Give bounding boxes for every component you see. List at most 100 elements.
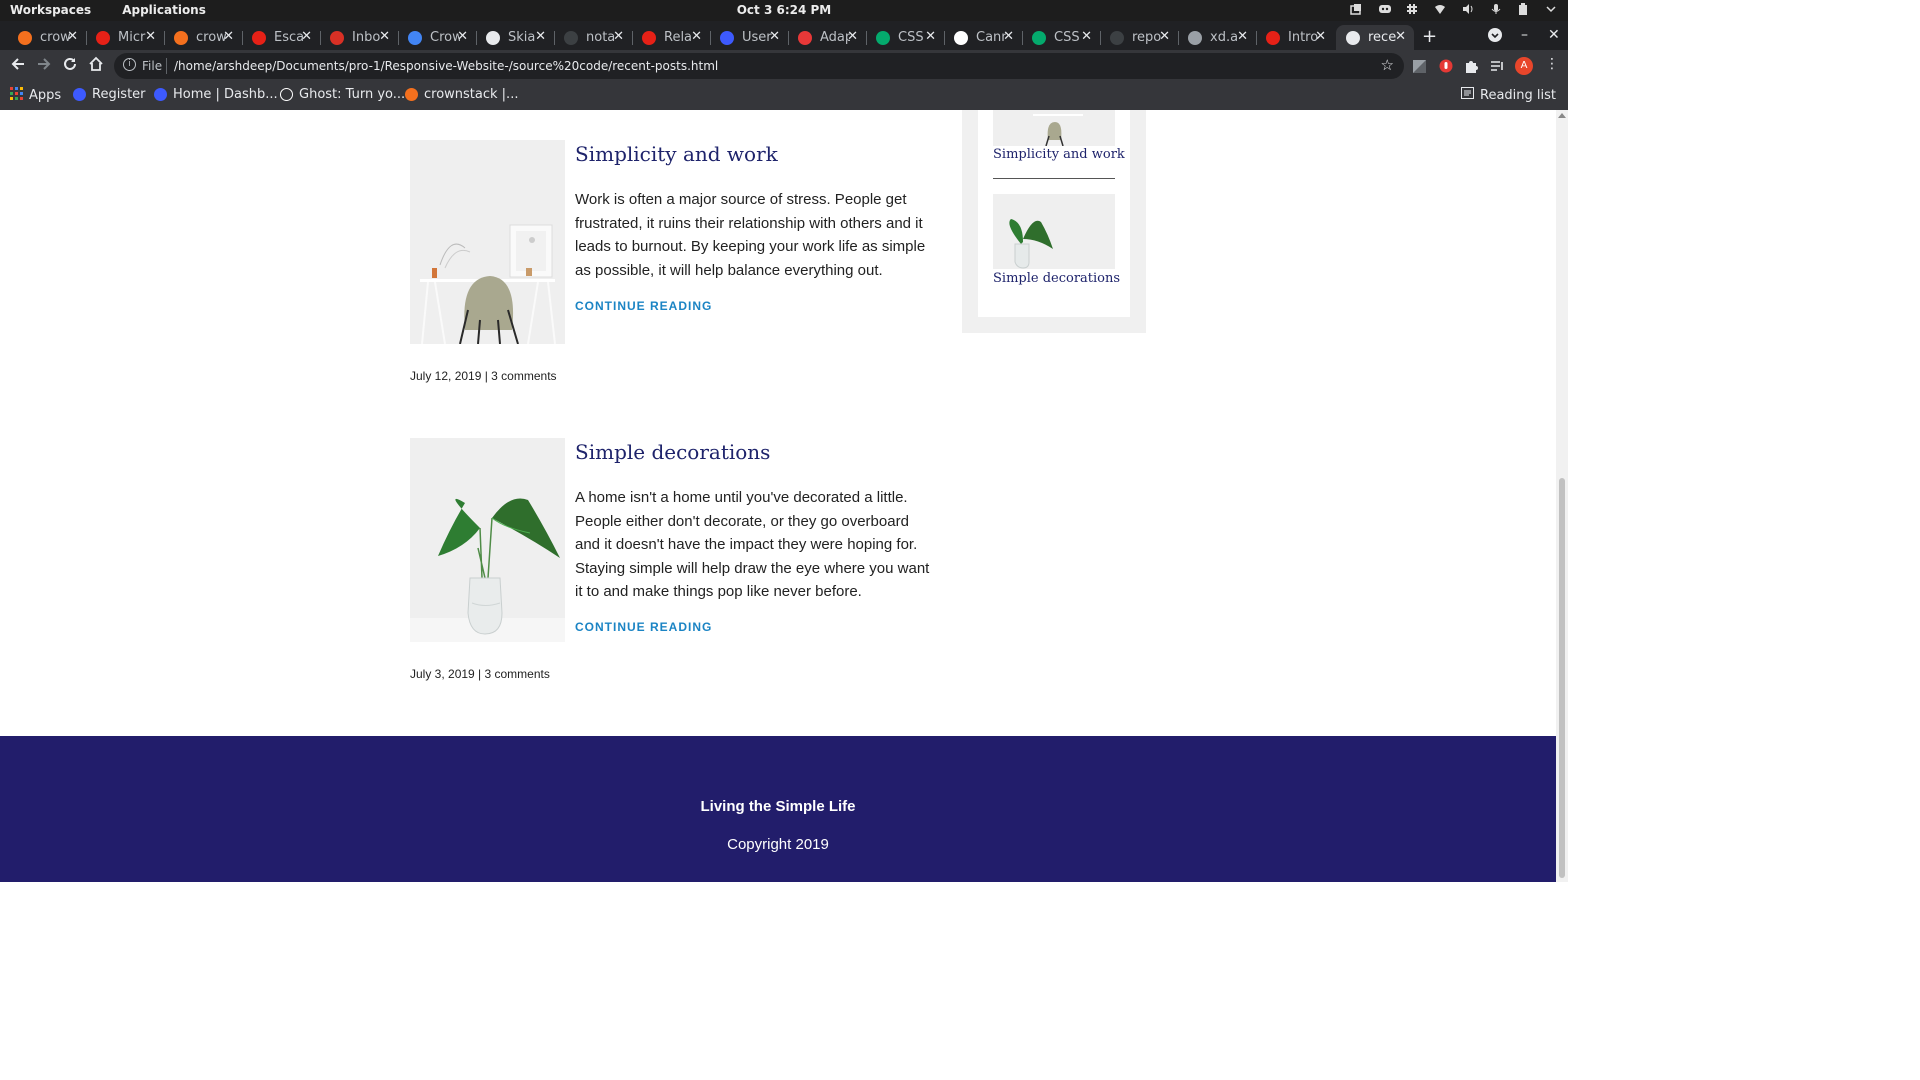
tab-search-icon[interactable] [1487, 27, 1503, 47]
new-tab-button[interactable]: + [1422, 26, 1437, 47]
site-info-icon[interactable]: i [123, 58, 136, 71]
slack-icon[interactable] [1406, 3, 1418, 15]
tab-close-icon[interactable]: ✕ [535, 29, 546, 44]
browser-tab[interactable]: Inbo ✕ [320, 25, 399, 50]
bookmark-star-icon[interactable]: ☆ [1381, 56, 1394, 74]
browser-tab[interactable]: Crow ✕ [398, 25, 477, 50]
tab-label: Crow [430, 30, 460, 45]
browser-tab[interactable]: rece ✕ [1336, 25, 1414, 50]
reading-list-button[interactable]: Reading list [1461, 87, 1556, 103]
tab-close-icon[interactable]: ✕ [1003, 29, 1014, 44]
browser-tab[interactable]: repo ✕ [1100, 25, 1179, 50]
browser-tab[interactable]: crow ✕ [8, 25, 87, 50]
omnibox-divider [166, 58, 167, 74]
battery-icon[interactable] [1518, 3, 1530, 15]
bookmark-apps[interactable]: Apps [10, 87, 61, 104]
reload-button[interactable] [60, 56, 80, 76]
sidebar-item-simplicity-and-work[interactable]: Simplicity and work [993, 147, 1125, 162]
browser-tab[interactable]: Skia ✕ [476, 25, 555, 50]
sidebar-item-simple-decorations[interactable]: Simple decorations [993, 271, 1120, 286]
bookmark-crownstack[interactable]: crownstack |... [405, 87, 518, 102]
forward-button[interactable] [34, 56, 54, 76]
post-image-desk-chair[interactable] [410, 140, 565, 344]
post-image-plant-vase[interactable] [410, 438, 565, 642]
browser-tab[interactable]: nota ✕ [554, 25, 633, 50]
browser-tab[interactable]: Rela ✕ [632, 25, 711, 50]
continue-reading-link[interactable]: CONTINUE READING [575, 620, 712, 634]
chevron-down-icon[interactable] [1546, 3, 1558, 15]
tab-close-icon[interactable]: ✕ [301, 29, 312, 44]
tab-close-icon[interactable]: ✕ [1395, 29, 1406, 44]
browser-menu-icon[interactable]: ⋮ [1545, 56, 1559, 72]
clipboard-icon[interactable] [1350, 3, 1362, 15]
address-bar[interactable]: i File /home/arshdeep/Documents/pro-1/Re… [114, 53, 1404, 79]
scrollbar-thumb[interactable] [1559, 478, 1565, 878]
discord-icon[interactable] [1378, 3, 1391, 15]
tab-favicon-icon [96, 30, 110, 45]
profile-avatar[interactable]: A [1515, 57, 1533, 75]
browser-tab[interactable]: xd.a ✕ [1178, 25, 1257, 50]
tab-close-icon[interactable]: ✕ [1237, 29, 1248, 44]
extension-red-icon[interactable] [1439, 58, 1453, 73]
tab-close-icon[interactable]: ✕ [1159, 29, 1170, 44]
home-button[interactable] [86, 56, 106, 76]
tab-close-icon[interactable]: ✕ [847, 29, 858, 44]
wifi-icon[interactable] [1434, 3, 1446, 15]
footer-title: Living the Simple Life [700, 798, 856, 815]
browser-tab[interactable]: CSS ✕ [866, 25, 945, 50]
tab-close-icon[interactable]: ✕ [457, 29, 468, 44]
url-text[interactable]: /home/arshdeep/Documents/pro-1/Responsiv… [174, 59, 718, 73]
tab-close-icon[interactable]: ✕ [613, 29, 624, 44]
tab-label: Adap [820, 30, 850, 45]
apps-grid-icon [10, 87, 23, 104]
tab-close-icon[interactable]: ✕ [1315, 29, 1326, 44]
browser-tab[interactable]: Intro ✕ [1256, 25, 1334, 50]
close-window-button[interactable]: ✕ [1548, 27, 1560, 43]
bookmark-dashboard[interactable]: Home | Dashb... [154, 87, 278, 102]
site-footer: Living the Simple Life Copyright 2019 [0, 736, 1556, 882]
browser-tab[interactable]: Esca ✕ [242, 25, 321, 50]
tab-strip: crow ✕ Micr ✕ crow ✕ Esca ✕ Inbo ✕ Crow ✕ Skia ✕ nota ✕… [0, 21, 1568, 50]
tab-label: repo [1132, 30, 1162, 45]
extension-icon[interactable] [1413, 58, 1427, 73]
tab-favicon-icon [408, 30, 422, 45]
register-favicon-icon [73, 88, 86, 101]
extensions-puzzle-icon[interactable] [1464, 58, 1478, 73]
media-control-icon[interactable] [1490, 58, 1504, 72]
microphone-icon[interactable] [1490, 3, 1502, 15]
tab-label: Inbo [352, 30, 381, 45]
tab-close-icon[interactable]: ✕ [925, 29, 936, 44]
tab-close-icon[interactable]: ✕ [1081, 29, 1092, 44]
tab-favicon-icon [798, 30, 812, 45]
clock[interactable]: Oct 3 6:24 PM [0, 3, 1568, 17]
tab-close-icon[interactable]: ✕ [145, 29, 156, 44]
sidebar-thumb-desk[interactable] [993, 110, 1115, 146]
browser-tab[interactable]: Adap ✕ [788, 25, 867, 50]
browser-tab[interactable]: CSS ✕ [1022, 25, 1101, 50]
tab-close-icon[interactable]: ✕ [67, 29, 78, 44]
post-title[interactable]: Simple decorations [575, 440, 770, 464]
post-title[interactable]: Simplicity and work [575, 142, 778, 166]
browser-tab[interactable]: User ✕ [710, 25, 789, 50]
tab-close-icon[interactable]: ✕ [223, 29, 234, 44]
tab-favicon-icon [252, 30, 266, 45]
browser-tab[interactable]: Micr ✕ [86, 25, 165, 50]
tab-favicon-icon [1188, 30, 1202, 45]
bookmark-ghost[interactable]: Ghost: Turn yo... [280, 87, 405, 102]
minimize-button[interactable]: – [1521, 27, 1528, 43]
browser-tab[interactable]: crow ✕ [164, 25, 243, 50]
tab-close-icon[interactable]: ✕ [691, 29, 702, 44]
continue-reading-link[interactable]: CONTINUE READING [575, 299, 712, 313]
back-button[interactable] [8, 56, 28, 76]
browser-tab[interactable]: Cann ✕ [944, 25, 1023, 50]
bookmark-register[interactable]: Register [73, 87, 146, 102]
scroll-up-arrow[interactable] [1558, 113, 1566, 118]
bookmarks-bar: Apps Register Home | Dashb... Ghost: Tur… [0, 82, 1568, 110]
sidebar-thumb-plant[interactable] [993, 194, 1115, 269]
tab-favicon-icon [1032, 30, 1046, 45]
tab-close-icon[interactable]: ✕ [379, 29, 390, 44]
tab-close-icon[interactable]: ✕ [769, 29, 780, 44]
page-scrollbar[interactable] [1556, 110, 1568, 882]
tab-favicon-icon [174, 30, 188, 45]
volume-icon[interactable] [1462, 3, 1474, 15]
